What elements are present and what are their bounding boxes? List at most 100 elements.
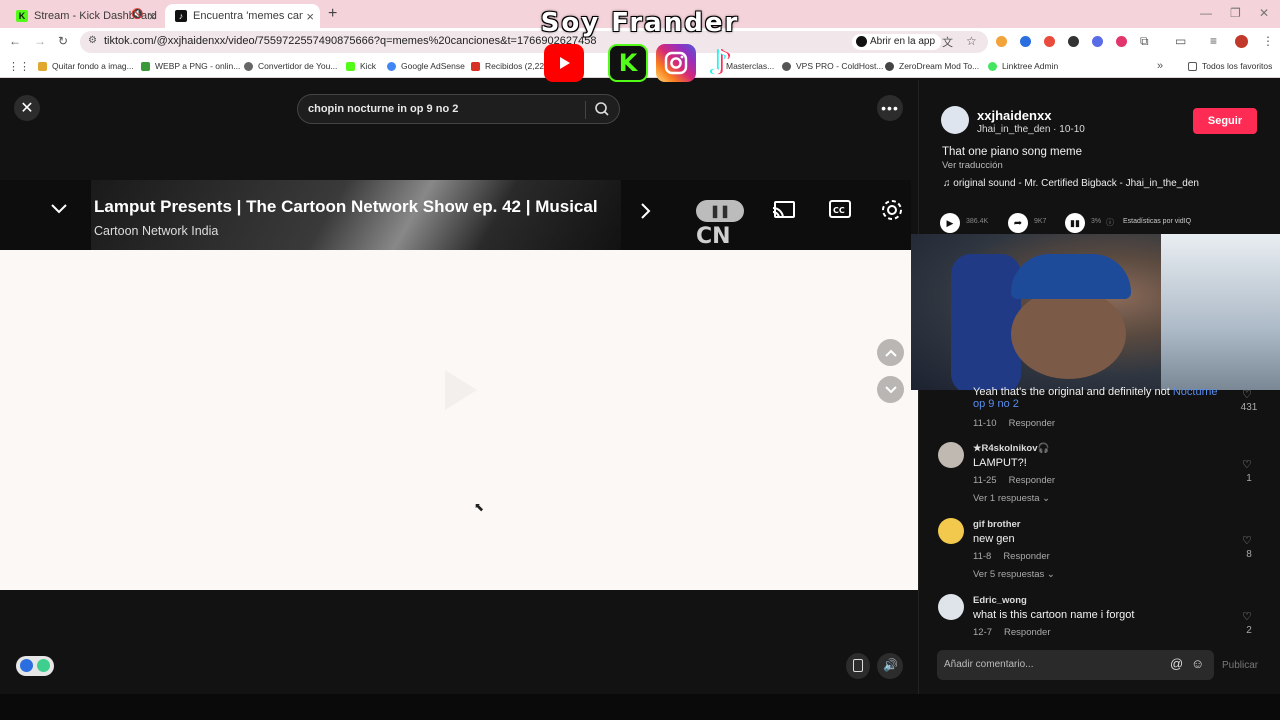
- cast-icon[interactable]: ▭: [1175, 34, 1186, 48]
- close-tab-icon[interactable]: ×: [148, 9, 156, 24]
- stats-icon: ▮▮: [1070, 217, 1080, 228]
- comment-author[interactable]: gif brother: [973, 519, 1021, 530]
- embedded-video-title[interactable]: Lamput Presents | The Cartoon Network Sh…: [94, 197, 614, 217]
- profile-avatar[interactable]: [1235, 35, 1248, 48]
- translate-icon[interactable]: 文: [942, 34, 953, 50]
- adblock-icon[interactable]: [1116, 36, 1127, 47]
- heart-icon[interactable]: ♡: [1242, 610, 1252, 623]
- extension-icon[interactable]: [1092, 36, 1103, 47]
- back-icon[interactable]: ←: [9, 34, 21, 48]
- window-close-icon[interactable]: ✕: [1259, 6, 1269, 20]
- follow-button[interactable]: Seguir: [1193, 108, 1257, 134]
- play-icon[interactable]: [445, 370, 477, 410]
- author-username[interactable]: xxjhaidenxx: [977, 108, 1051, 123]
- bookmark-item[interactable]: ZeroDream Mod To...: [885, 61, 979, 71]
- mention-icon[interactable]: @: [1170, 656, 1183, 671]
- previous-video-button[interactable]: [877, 339, 904, 366]
- bookmark-item[interactable]: Convertidor de You...: [244, 61, 337, 71]
- reply-button[interactable]: Responder: [1009, 475, 1055, 486]
- stats-percent: 3%: [1091, 218, 1102, 225]
- cast-icon[interactable]: [772, 200, 796, 225]
- extensions-puzzle-icon[interactable]: ⧉: [1140, 34, 1149, 49]
- bookmark-item[interactable]: Recibidos (2,229: [471, 61, 549, 71]
- site-info-icon[interactable]: ⚙: [88, 35, 97, 46]
- chevron-right-icon[interactable]: [640, 202, 652, 225]
- next-video-button[interactable]: [877, 376, 904, 403]
- ellipsis-icon: •••: [881, 100, 899, 116]
- reload-icon[interactable]: ↻: [58, 34, 68, 48]
- search-icon[interactable]: [594, 101, 610, 122]
- reply-button[interactable]: Responder: [1004, 627, 1050, 638]
- reply-button[interactable]: Responder: [1009, 418, 1055, 429]
- volume-button[interactable]: 🔊: [877, 653, 903, 679]
- open-in-app-button[interactable]: Abrir en la app: [852, 34, 942, 50]
- comment-text: what is this cartoon name i forgot: [973, 609, 1135, 621]
- tab-kick-dashboard[interactable]: K Stream - Kick Dashboard 🔇 ×: [6, 4, 162, 28]
- minimize-icon[interactable]: —: [1200, 6, 1212, 20]
- heart-icon[interactable]: ♡: [1242, 534, 1252, 547]
- autoplay-toggle[interactable]: ❚❚: [696, 200, 744, 222]
- captions-icon[interactable]: CC: [829, 200, 851, 223]
- avatar[interactable]: [938, 518, 964, 544]
- bookmark-item[interactable]: Quitar fondo a imag...: [38, 61, 134, 71]
- comment-author[interactable]: Edric_wong: [973, 595, 1027, 606]
- emoji-icon[interactable]: ☺: [1191, 656, 1204, 671]
- bookmark-item[interactable]: WEBP a PNG - onlin...: [141, 61, 240, 71]
- more-bookmarks-icon[interactable]: »: [1157, 60, 1163, 72]
- avatar[interactable]: [941, 106, 969, 134]
- settings-gear-icon[interactable]: [880, 198, 904, 227]
- vidiq-stats-label[interactable]: Estadísticas por vidIQ: [1123, 218, 1191, 225]
- comment-placeholder: Añadir comentario...: [944, 659, 1034, 670]
- downloads-icon[interactable]: ≡: [1210, 34, 1217, 48]
- avatar[interactable]: [938, 442, 964, 468]
- comment-author[interactable]: ★R4skolnikov🎧: [973, 443, 1049, 454]
- view-replies[interactable]: Ver 5 respuestas ⌄: [973, 569, 1055, 580]
- mute-icon[interactable]: 🔇: [131, 9, 143, 20]
- like-count: 8: [1246, 549, 1252, 560]
- new-tab-icon[interactable]: +: [328, 5, 337, 23]
- apps-grid-icon[interactable]: ⋮⋮: [8, 60, 30, 73]
- svg-text:CC: CC: [833, 206, 845, 215]
- heart-icon[interactable]: ♡: [1242, 388, 1252, 401]
- bookmark-item[interactable]: VPS PRO - ColdHost...: [782, 61, 883, 71]
- extension-icon[interactable]: [1020, 36, 1031, 47]
- chevron-down-icon: [884, 385, 897, 393]
- sound-link[interactable]: ♫ original sound - Mr. Certified Bigback…: [943, 178, 1199, 189]
- open-in-app-label: Abrir en la app: [870, 36, 936, 47]
- share-button[interactable]: ➦: [1008, 213, 1028, 233]
- bookmark-item[interactable]: Google AdSense: [387, 61, 465, 71]
- stats-button[interactable]: ▮▮: [1065, 213, 1085, 233]
- maximize-icon[interactable]: ❐: [1230, 6, 1241, 20]
- heart-icon[interactable]: ♡: [1242, 458, 1252, 471]
- avatar[interactable]: [938, 594, 964, 620]
- forward-icon[interactable]: →: [34, 34, 46, 48]
- video-player[interactable]: ⬉: [0, 250, 918, 590]
- extension-icon[interactable]: [996, 36, 1007, 47]
- search-bar[interactable]: chopin nocturne in op 9 no 2: [297, 94, 620, 124]
- menu-icon[interactable]: ⋮: [1262, 34, 1274, 48]
- bookmark-item[interactable]: Kick: [346, 61, 376, 71]
- reply-button[interactable]: Responder: [1003, 551, 1049, 562]
- like-count: 1: [1246, 473, 1252, 484]
- translate-link[interactable]: Ver traducción: [942, 160, 1003, 171]
- comment-input[interactable]: Añadir comentario... @ ☺: [937, 650, 1214, 680]
- extension-badge[interactable]: [16, 656, 54, 676]
- extension-icon[interactable]: [1068, 36, 1079, 47]
- close-video-button[interactable]: ✕: [14, 95, 40, 121]
- pip-button[interactable]: [846, 653, 870, 679]
- instagram-logo: [656, 44, 696, 82]
- more-options-button[interactable]: •••: [877, 95, 903, 121]
- view-replies[interactable]: Ver 1 respuesta ⌄: [973, 493, 1050, 504]
- search-input[interactable]: chopin nocturne in op 9 no 2: [308, 103, 458, 115]
- play-count-button[interactable]: ▶: [940, 213, 960, 233]
- all-bookmarks[interactable]: Todos los favoritos: [1188, 61, 1272, 71]
- info-icon[interactable]: ⓘ: [1106, 217, 1114, 228]
- close-tab-icon[interactable]: ×: [306, 9, 314, 24]
- bookmark-star-icon[interactable]: ☆: [966, 34, 977, 48]
- publish-button[interactable]: Publicar: [1222, 660, 1258, 671]
- tab-tiktok[interactable]: ♪ Encuentra 'memes canciones' e ×: [165, 4, 320, 28]
- bookmark-item[interactable]: Linktree Admin: [988, 61, 1058, 71]
- chevron-down-icon[interactable]: [50, 202, 68, 220]
- embedded-video-channel[interactable]: Cartoon Network India: [94, 224, 218, 238]
- extension-icon[interactable]: [1044, 36, 1055, 47]
